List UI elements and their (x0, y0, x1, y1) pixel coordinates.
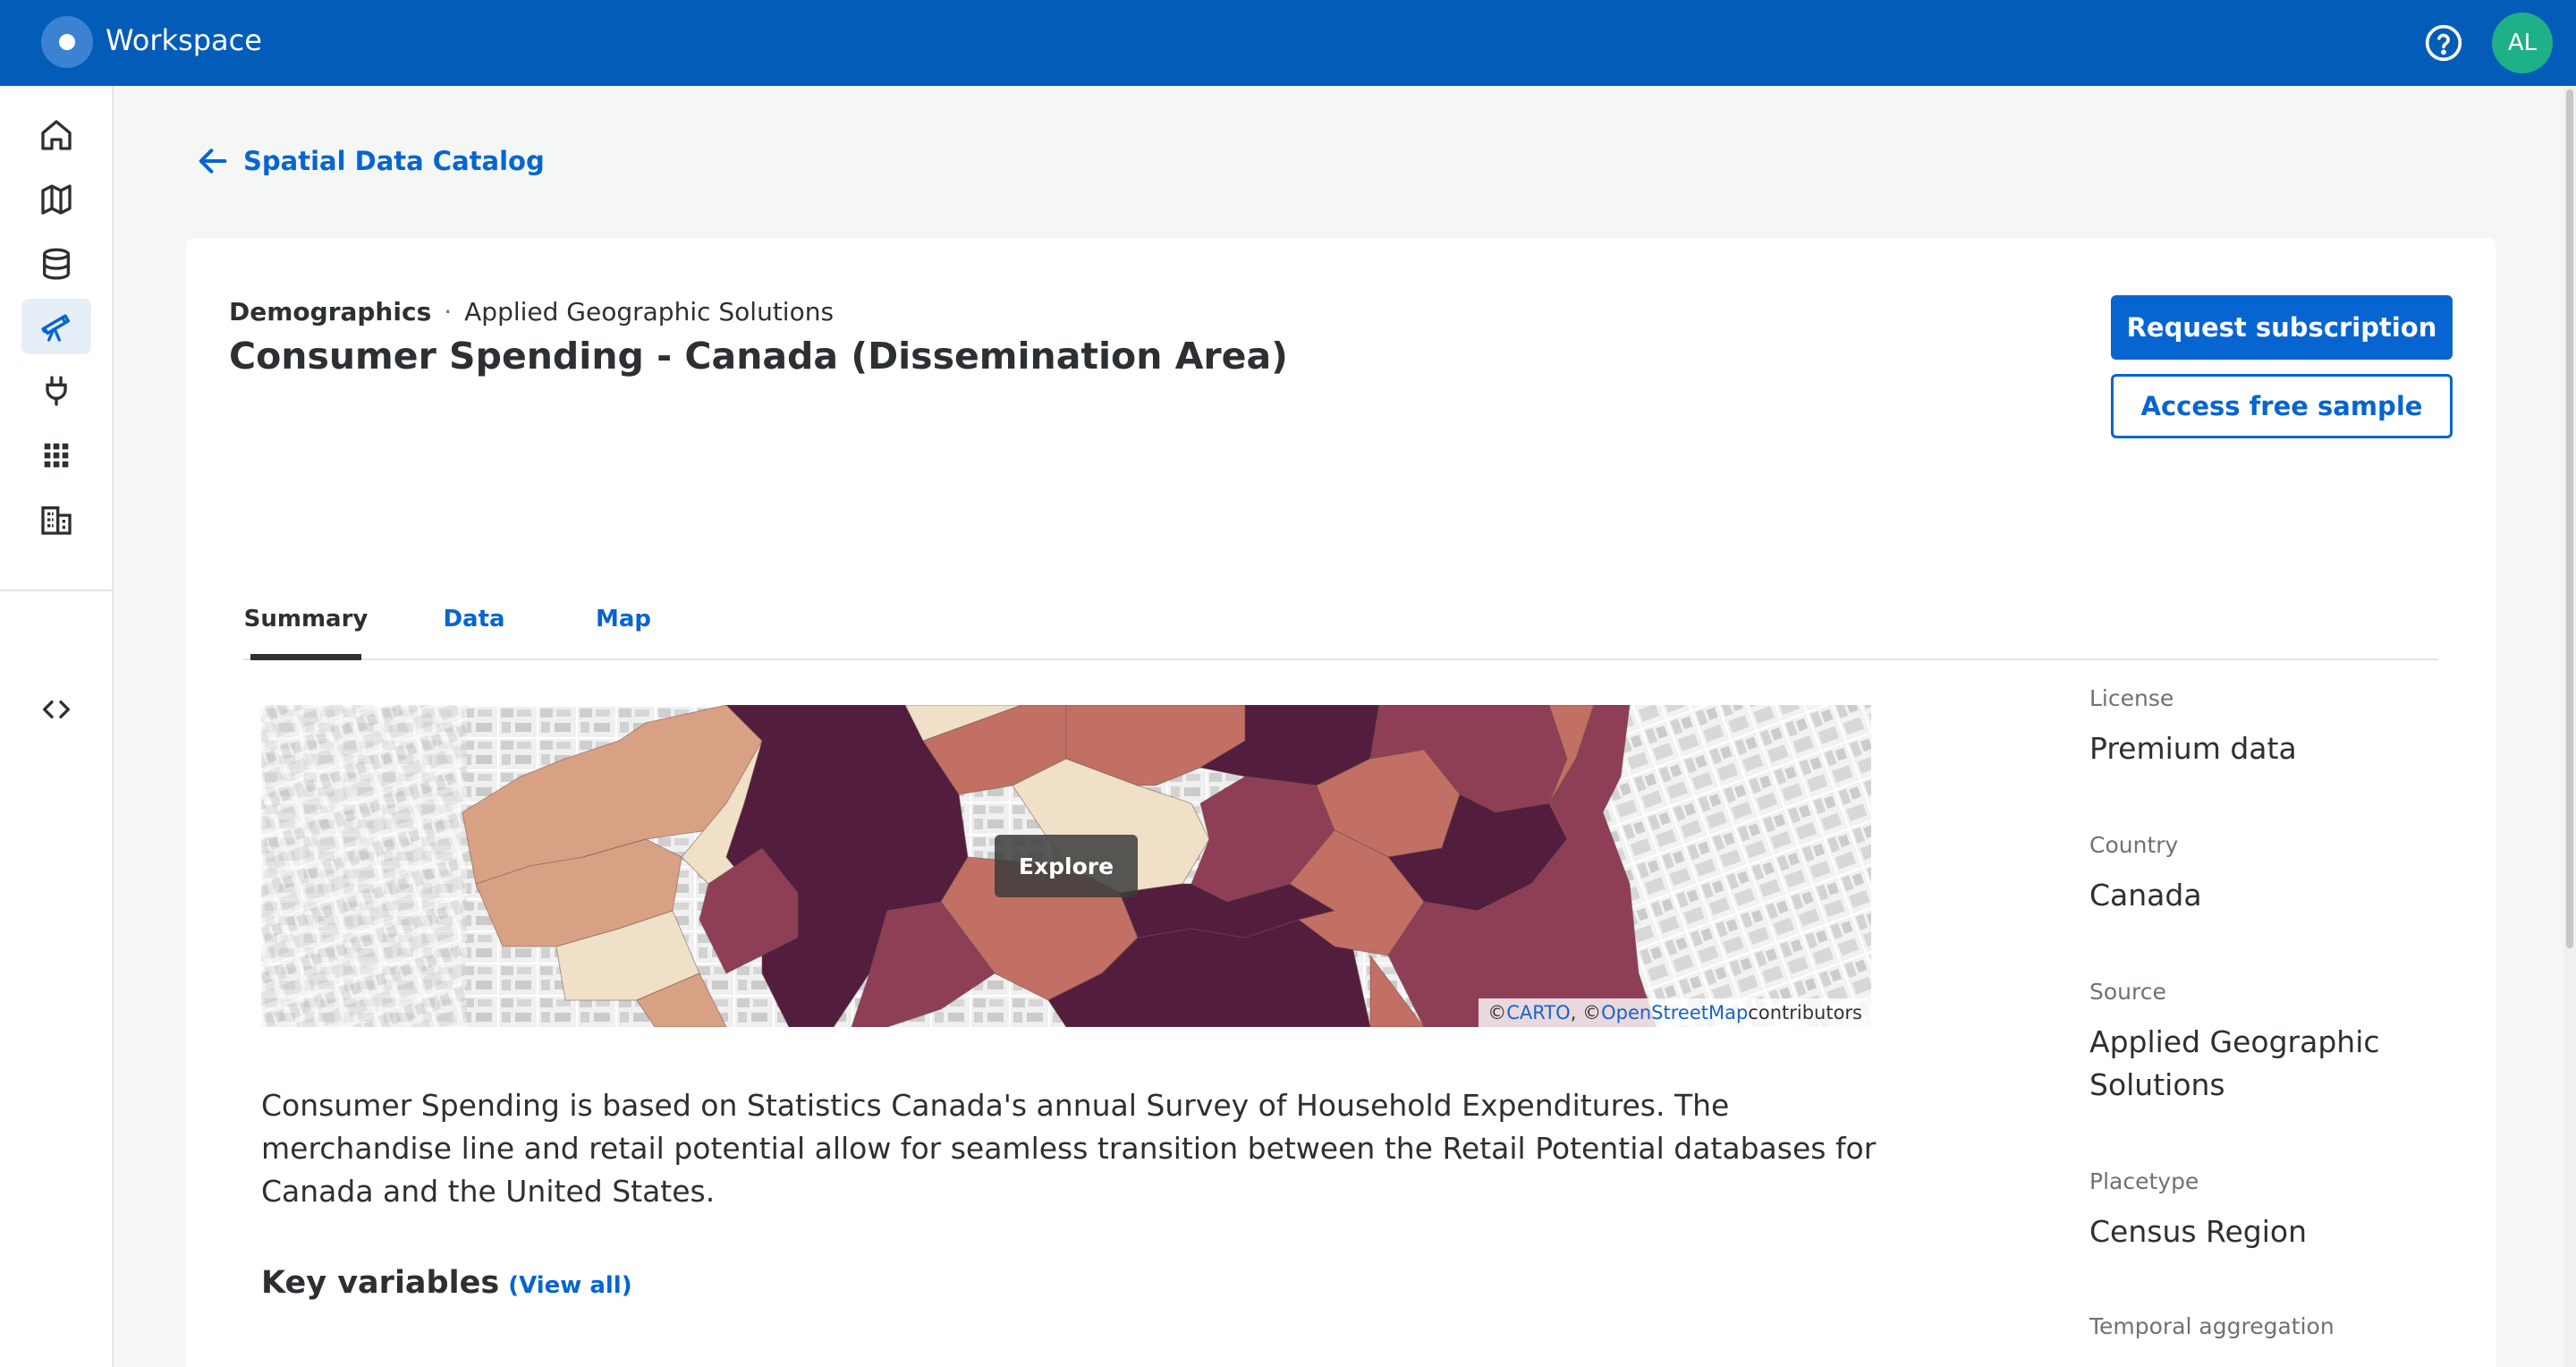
dataset-provider: Applied Geographic Solutions (464, 297, 835, 327)
sidebar-item-applications[interactable] (21, 428, 91, 483)
meta-value: Applied Geographic Solutions (2089, 1024, 2380, 1102)
meta-value: Census Region (2089, 1214, 2308, 1249)
page-title: Consumer Spending - Canada (Disseminatio… (229, 335, 1288, 378)
dataset-eyebrow: Demographics · Applied Geographic Soluti… (229, 297, 834, 327)
meta-country: Country Canada (2089, 832, 2465, 917)
sidebar-item-maps[interactable] (21, 172, 91, 227)
sidebar (0, 86, 114, 1367)
scrollbar-thumb[interactable] (2566, 89, 2573, 948)
database-icon (43, 248, 70, 280)
back-to-catalog-link[interactable]: Spatial Data Catalog (195, 141, 545, 181)
attribution-suffix: contributors (1748, 1002, 1862, 1023)
meta-label: Temporal aggregation (2089, 1313, 2334, 1339)
sidebar-item-data[interactable] (21, 236, 91, 292)
carto-link[interactable]: CARTO (1506, 1002, 1570, 1023)
request-subscription-button[interactable]: Request subscription (2111, 295, 2453, 360)
user-avatar[interactable]: AL (2492, 13, 2553, 73)
dataset-description: Consumer Spending is based on Statistics… (261, 1088, 1877, 1209)
meta-placetype: Placetype Census Region (2089, 1168, 2465, 1253)
code-icon (43, 700, 71, 718)
tab-data[interactable]: Data (426, 578, 522, 660)
meta-label: Country (2089, 832, 2179, 858)
attribution-mid: , © (1570, 1002, 1602, 1023)
apps-grid-icon (44, 443, 69, 468)
map-icon (41, 184, 72, 215)
meta-license: License Premium data (2089, 685, 2465, 770)
sidebar-item-data-observatory[interactable] (21, 299, 91, 354)
meta-label: Source (2089, 979, 2166, 1005)
active-tab-indicator (250, 654, 361, 660)
page-scrollbar[interactable] (2563, 86, 2576, 1367)
workspace-logo[interactable] (41, 16, 93, 68)
key-variables-heading: Key variables (View all) (261, 1265, 632, 1301)
meta-temporal-aggregation: Temporal aggregation (2089, 1313, 2465, 1339)
explore-button[interactable]: Explore (995, 835, 1138, 897)
osm-link[interactable]: OpenStreetMap (1601, 1002, 1748, 1023)
building-icon (41, 506, 72, 535)
meta-value: Canada (2089, 878, 2202, 913)
dataset-card: Demographics · Applied Geographic Soluti… (186, 238, 2496, 1367)
meta-label: Placetype (2089, 1168, 2199, 1194)
dataset-category: Demographics (229, 297, 432, 327)
back-link-label[interactable]: Spatial Data Catalog (243, 146, 545, 176)
eyebrow-separator: · (444, 297, 453, 327)
logo-dot (59, 34, 75, 50)
map-preview[interactable]: Explore © CARTO , © OpenStreetMap contri… (261, 705, 1871, 1027)
key-variables-title: Key variables (261, 1265, 500, 1301)
telescope-icon (41, 314, 71, 342)
meta-value: Premium data (2089, 731, 2297, 766)
view-all-link[interactable]: (View all) (508, 1272, 631, 1299)
sidebar-divider (0, 590, 114, 591)
sidebar-item-developers[interactable] (21, 682, 91, 737)
top-bar: Workspace AL (0, 0, 2576, 86)
sidebar-item-home[interactable] (21, 107, 91, 163)
meta-source: Source Applied Geographic Solutions (2089, 979, 2465, 1107)
help-icon[interactable] (2424, 23, 2463, 63)
plug-icon (46, 376, 67, 406)
sidebar-item-connections[interactable] (21, 363, 91, 419)
tab-map[interactable]: Map (574, 578, 673, 660)
sidebar-item-organization[interactable] (21, 492, 91, 548)
home-icon (41, 120, 72, 150)
tab-summary[interactable]: Summary (244, 578, 369, 660)
map-attribution: © CARTO , © OpenStreetMap contributors (1479, 998, 1871, 1027)
meta-label: License (2089, 685, 2174, 711)
access-free-sample-button[interactable]: Access free sample (2111, 374, 2453, 438)
tab-bar: Summary Data Map (243, 578, 2438, 660)
app-title: Workspace (106, 23, 262, 57)
attribution-prefix: © (1487, 1002, 1507, 1023)
arrow-left-icon (199, 149, 227, 174)
